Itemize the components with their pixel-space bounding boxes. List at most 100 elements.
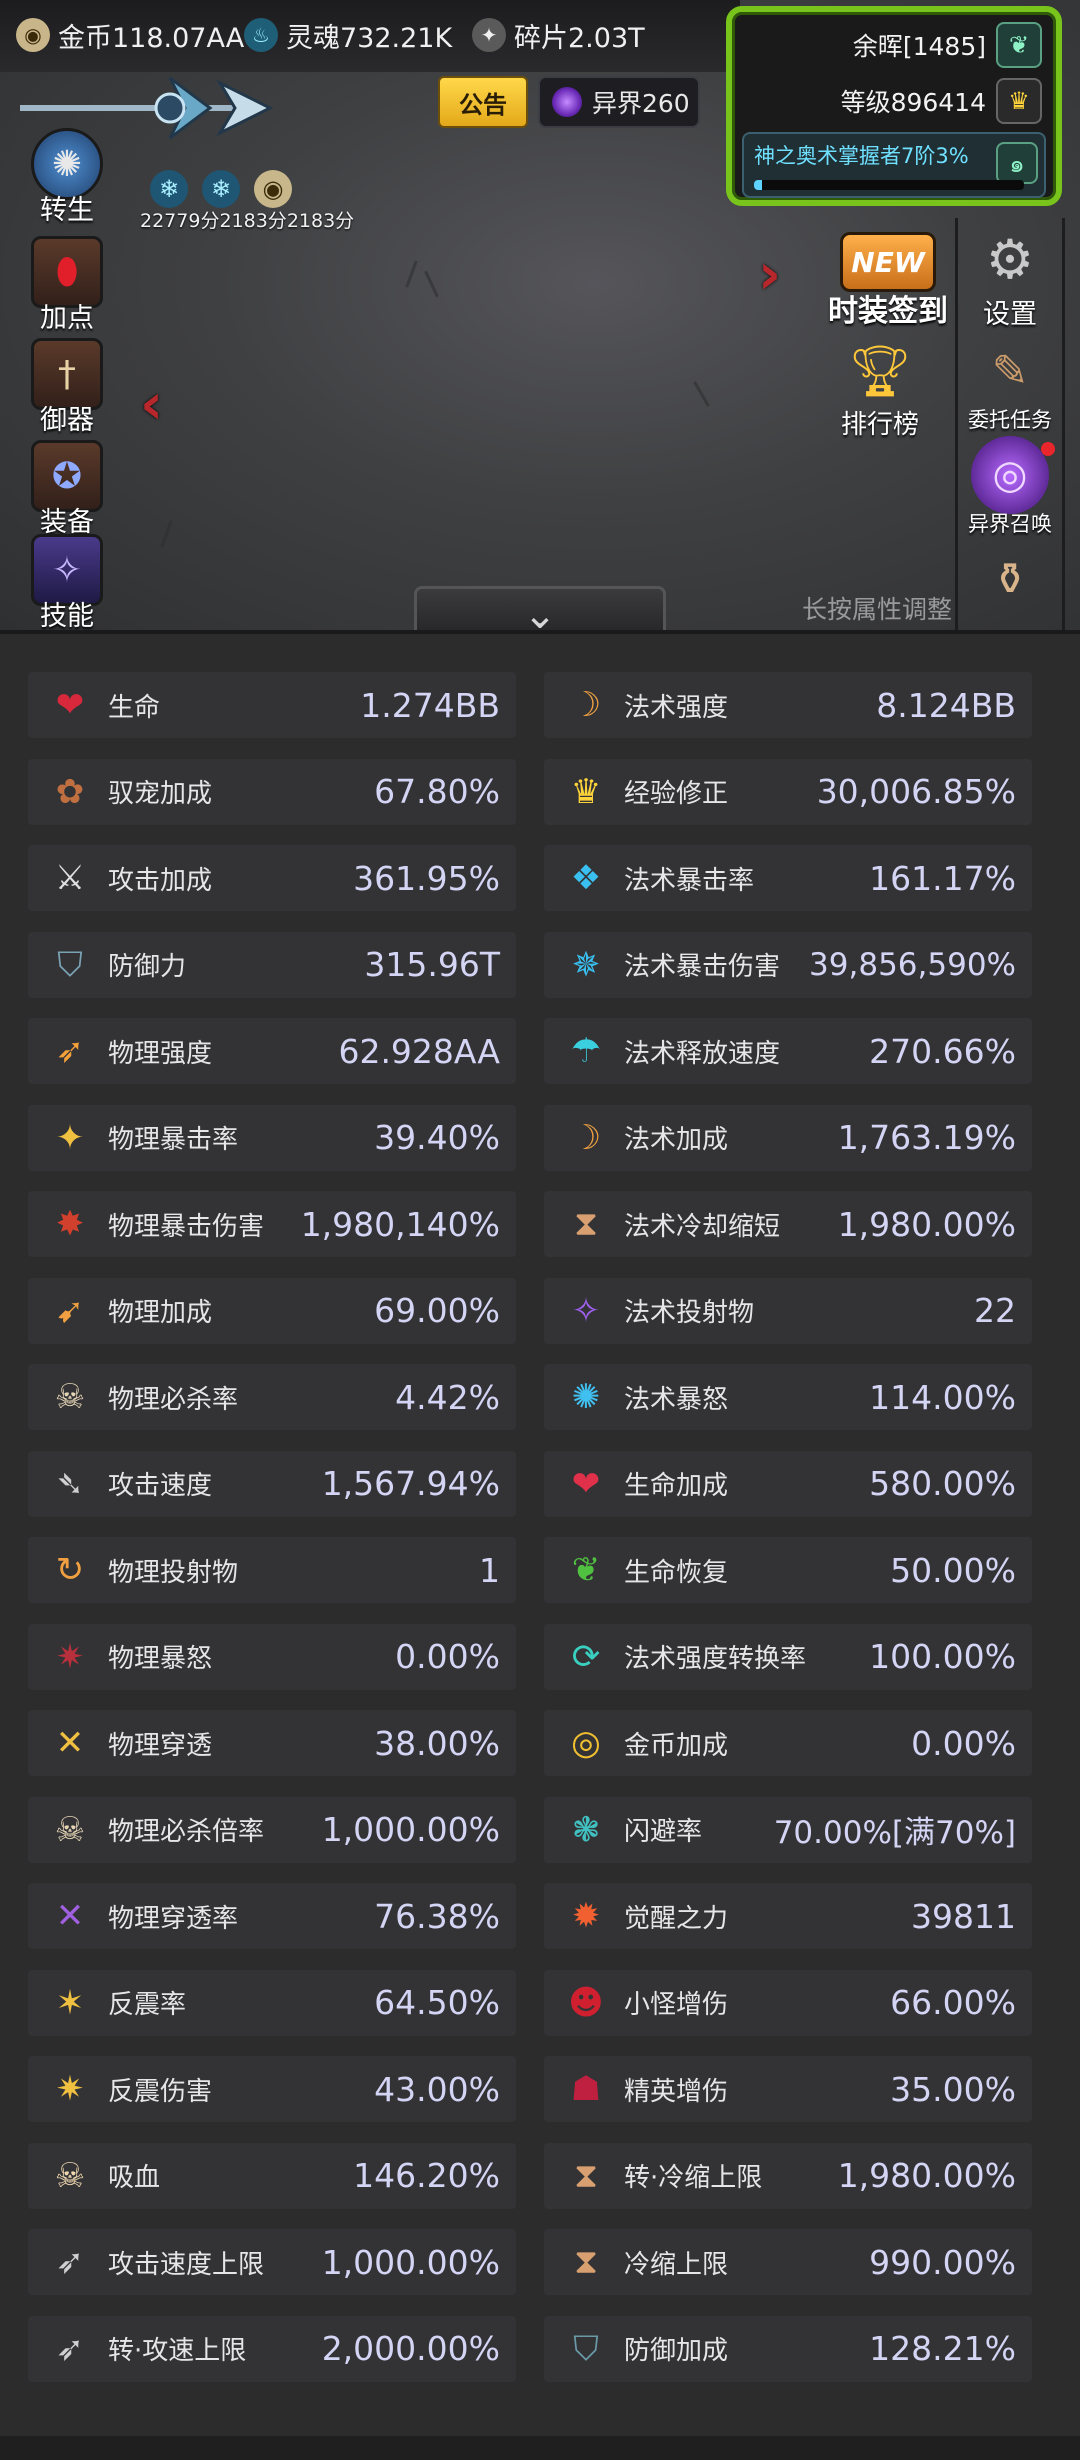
stat-value: 39,856,590% (809, 946, 1016, 983)
stat-name: 觉醒之力 (624, 1903, 729, 1934)
stat-card[interactable]: ☠ 物理必杀率 4.42% (28, 1364, 516, 1430)
stat-card[interactable]: ➶ 转·攻速上限 2,000.00% (28, 2315, 516, 2382)
mastery-box[interactable]: 神之奥术掌握者7阶3% ๑ (742, 132, 1046, 198)
stat-card[interactable]: ☻ 小怪增伤 66.00% (544, 1969, 1032, 2036)
stat-card[interactable]: ✦ 物理暴击率 39.40% (28, 1104, 516, 1171)
stat-card[interactable]: ☠ 吸血 146.20% (28, 2142, 516, 2209)
stat-card[interactable]: ➶ 攻击速度上限 1,000.00% (28, 2229, 516, 2295)
stat-card[interactable]: ✶ 反震率 64.50% (28, 1969, 516, 2036)
stat-card[interactable]: ⧗ 法术冷却缩短 1,980.00% (544, 1191, 1032, 1257)
pierce-rate-icon: ✕ (55, 1896, 85, 1936)
stat-card[interactable]: ❖ 法术暴击率 161.17% (544, 845, 1032, 911)
afterglow-row[interactable]: 余晖[1485] ❦ (853, 22, 1042, 68)
stat-name: 生命加成 (624, 1471, 729, 1501)
vampire-skull-icon: ☠ (54, 2155, 86, 2196)
stat-name: 生命恢复 (624, 1557, 729, 1588)
skill-icon[interactable]: ❄ (202, 170, 240, 208)
stat-value: 1,763.19% (837, 1118, 1016, 1157)
otherworld-summon-button[interactable]: ◎ 异界召唤 (945, 436, 1075, 538)
stat-name: 物理暴击率 (108, 1125, 239, 1155)
stat-name: 物理加成 (108, 1298, 213, 1328)
magic-icon: ☽ (570, 685, 602, 725)
stat-card[interactable]: ➶ 物理强度 62.928AA (28, 1018, 516, 1084)
skill-scores: 22779分 2183分 2183分 (140, 206, 354, 233)
stat-name: 防御加成 (624, 2336, 729, 2366)
notice-button[interactable]: 公告 (438, 76, 528, 128)
stat-card[interactable]: ✺ 法术暴怒 114.00% (544, 1364, 1032, 1430)
crit-damage-icon: ✸ (55, 1204, 85, 1244)
ranking-button[interactable]: 🏆︎ 排行榜 (815, 332, 945, 441)
boomerang-icon: ↻ (55, 1550, 85, 1590)
stat-card[interactable]: ✸ 物理暴击伤害 1,980,140% (28, 1191, 516, 1257)
skills-button[interactable]: ✧ 技能 (12, 534, 122, 630)
stat-card[interactable]: ✵ 法术暴击伤害 39,856,590% (544, 931, 1032, 998)
shop-button[interactable]: ⚱ 商店 (945, 540, 1075, 614)
otherworld-button[interactable]: 异界260 (538, 76, 700, 128)
stat-value: 69.00% (374, 1291, 500, 1330)
stat-card[interactable]: ⛉ 防御力 315.96T (28, 931, 516, 998)
magic-bonus-icon: ☽ (570, 1117, 602, 1158)
skill-score: 2183分 (286, 210, 355, 232)
stat-value: 50.00% (890, 1550, 1016, 1590)
stat-card[interactable]: ✹ 觉醒之力 39811 (544, 1883, 1032, 1949)
stat-card[interactable]: ✕ 物理穿透 38.00% (28, 1710, 516, 1776)
level-row[interactable]: 等级896414 ♛ (841, 78, 1042, 124)
stat-card[interactable]: ♛ 经验修正 30,006.85% (544, 758, 1032, 825)
stat-card[interactable]: ⚔ 攻击加成 361.95% (28, 845, 516, 911)
stat-card[interactable]: ✧ 法术投射物 22 (544, 1277, 1032, 1344)
stat-card[interactable]: ✿ 驭宠加成 67.80% (28, 758, 516, 825)
stat-name: 法术冷却缩短 (624, 1211, 781, 1242)
stat-card[interactable]: ⛉ 防御加成 128.21% (544, 2315, 1032, 2382)
stat-card[interactable]: ☗ 精英增伤 35.00% (544, 2056, 1032, 2122)
stat-card[interactable]: ✷ 物理暴怒 0.00% (28, 1623, 516, 1690)
magic-crit-damage-icon: ✵ (571, 944, 601, 985)
stat-card[interactable]: ☂ 法术释放速度 270.66% (544, 1018, 1032, 1084)
attack-speed-cap-icon: ➶ (55, 2242, 85, 2282)
stat-value: 43.00% (374, 2069, 500, 2109)
stat-card[interactable]: ❤ 生命 1.274BB (28, 672, 516, 738)
soul-icon: ♨ (244, 18, 278, 52)
commission-icon: ✎ (991, 345, 1029, 397)
stat-card[interactable]: ⧗ 冷缩上限 990.00% (544, 2229, 1032, 2295)
summon-portal-icon: ◎ (971, 436, 1049, 514)
gold-coin-label: 金币118.07AA (58, 22, 245, 54)
skull-icon: ☠ (54, 1809, 86, 1850)
stat-card[interactable]: ↻ 物理投射物 1 (28, 1537, 516, 1603)
commission-button[interactable]: ✎ 委托任务 (945, 332, 1075, 434)
scene-right-arrow[interactable]: › (758, 242, 781, 307)
add-points-label: 加点 (40, 303, 94, 334)
stat-card[interactable]: ◎ 金币加成 0.00% (544, 1710, 1032, 1776)
stat-name: 法术暴怒 (624, 1384, 729, 1415)
stat-card[interactable]: ➹ 物理加成 69.00% (28, 1277, 516, 1344)
rebirth-button[interactable]: ✺ 转生 (12, 128, 122, 227)
fashion-signin-button[interactable]: NEW 时装签到 (815, 232, 961, 330)
skill-score: 22779分 (140, 210, 220, 232)
elite-icon: ☗ (570, 2069, 602, 2109)
stat-value: 64.50% (374, 1983, 500, 2022)
equipment-button[interactable]: ✪ 装备 (12, 440, 122, 539)
stat-card[interactable]: ❃ 闪避率 70.00%[满70%] (544, 1796, 1032, 1863)
stat-card[interactable]: ❤ 生命加成 580.00% (544, 1450, 1032, 1517)
stat-value: 1,980.00% (837, 2156, 1016, 2195)
stat-value: 100.00% (869, 1637, 1016, 1676)
settings-button[interactable]: ⚙ 设置 (945, 220, 1075, 331)
weapon-button[interactable]: † 御器 (12, 338, 122, 437)
scene-left-arrow[interactable]: ‹ (140, 372, 163, 437)
stat-card[interactable]: ✷ 反震伤害 43.00% (28, 2056, 516, 2122)
skills-label: 技能 (40, 601, 94, 630)
stat-card[interactable]: ⧗ 转·冷缩上限 1,980.00% (544, 2142, 1032, 2209)
skill-icon[interactable]: ◉ (254, 170, 292, 208)
skill-icon[interactable]: ❄ (150, 170, 188, 208)
stat-card[interactable]: ☠ 物理必杀倍率 1,000.00% (28, 1796, 516, 1863)
add-points-button[interactable]: ⬮ 加点 (12, 236, 122, 335)
stat-card[interactable]: ☽ 法术加成 1,763.19% (544, 1104, 1032, 1171)
crossed-swords-icon: ⚔ (54, 858, 86, 898)
reflect-icon: ✶ (55, 1982, 85, 2023)
stat-card[interactable]: ❦ 生命恢复 50.00% (544, 1537, 1032, 1603)
stat-name: 精英增伤 (624, 2076, 729, 2107)
stat-name: 法术暴击率 (624, 865, 755, 896)
stat-card[interactable]: ✕ 物理穿透率 76.38% (28, 1883, 516, 1949)
stat-card[interactable]: ☽ 法术强度 8.124BB (544, 672, 1032, 738)
stat-card[interactable]: ➴ 攻击速度 1,567.94% (28, 1450, 516, 1517)
stat-card[interactable]: ⟳ 法术强度转换率 100.00% (544, 1623, 1032, 1690)
